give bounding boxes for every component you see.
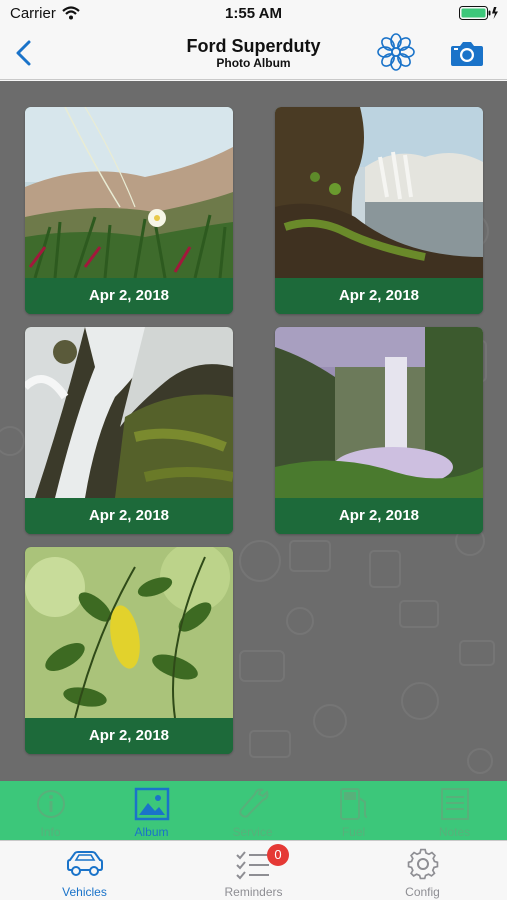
photo-date: Apr 2, 2018 bbox=[25, 498, 233, 534]
navigation-bar: Ford Superduty Photo Album bbox=[0, 28, 507, 80]
section-tab-label: Album bbox=[134, 825, 169, 839]
section-tab-album[interactable]: Album bbox=[101, 781, 202, 840]
photo-card[interactable]: Apr 2, 2018 bbox=[275, 327, 483, 534]
section-tab-info[interactable]: Info bbox=[0, 781, 101, 840]
battery-icon bbox=[459, 6, 498, 20]
wrench-icon bbox=[239, 788, 269, 818]
photo-card[interactable]: Apr 2, 2018 bbox=[25, 327, 233, 534]
gear-icon bbox=[407, 848, 439, 880]
tab-bar: Vehicles 0 Reminders Config bbox=[0, 840, 507, 900]
camera-icon[interactable] bbox=[450, 39, 484, 67]
page-subtitle: Photo Album bbox=[216, 56, 291, 70]
tab-label: Vehicles bbox=[62, 885, 107, 899]
photo-thumbnail[interactable] bbox=[275, 107, 483, 278]
photo-thumbnail[interactable] bbox=[25, 107, 233, 278]
photo-thumbnail[interactable] bbox=[25, 327, 233, 498]
tab-label: Config bbox=[405, 885, 440, 899]
photo-card[interactable]: Apr 2, 2018 bbox=[275, 107, 483, 314]
notes-icon bbox=[441, 788, 469, 820]
status-time: 1:55 AM bbox=[225, 5, 282, 22]
photo-date: Apr 2, 2018 bbox=[25, 278, 233, 314]
section-tab-label: Info bbox=[40, 825, 61, 839]
photo-card[interactable]: Apr 2, 2018 bbox=[25, 547, 233, 754]
section-tab-service[interactable]: Service bbox=[202, 781, 303, 840]
section-tab-label: Service bbox=[232, 825, 273, 839]
album-icon bbox=[134, 787, 170, 821]
info-icon bbox=[37, 790, 65, 818]
reminder-count-badge: 0 bbox=[267, 844, 289, 866]
photo-album-grid[interactable]: Apr 2, 2018 Apr 2, 2018 Apr 2, 2018 Apr … bbox=[0, 81, 507, 781]
page-title: Ford Superduty bbox=[186, 36, 321, 56]
status-bar: Carrier 1:55 AM bbox=[0, 0, 507, 28]
photo-card[interactable]: Apr 2, 2018 bbox=[25, 107, 233, 314]
photo-date: Apr 2, 2018 bbox=[275, 498, 483, 534]
flower-icon[interactable] bbox=[376, 32, 416, 72]
photo-thumbnail[interactable] bbox=[275, 327, 483, 498]
photo-date: Apr 2, 2018 bbox=[275, 278, 483, 314]
section-tab-notes[interactable]: Notes bbox=[404, 781, 505, 840]
photo-date: Apr 2, 2018 bbox=[25, 718, 233, 754]
tab-vehicles[interactable]: Vehicles bbox=[0, 841, 169, 900]
section-tab-label: Fuel bbox=[341, 825, 366, 839]
section-tab-label: Notes bbox=[438, 825, 471, 839]
section-toolbar: Info Album Service Fuel Notes bbox=[0, 781, 507, 840]
car-icon bbox=[67, 851, 103, 876]
fuel-icon bbox=[340, 788, 368, 820]
tab-config[interactable]: Config bbox=[338, 841, 507, 900]
section-tab-fuel[interactable]: Fuel bbox=[303, 781, 404, 840]
tab-reminders[interactable]: 0 Reminders bbox=[169, 841, 338, 900]
photo-thumbnail[interactable] bbox=[25, 547, 233, 718]
tab-label: Reminders bbox=[224, 885, 283, 899]
